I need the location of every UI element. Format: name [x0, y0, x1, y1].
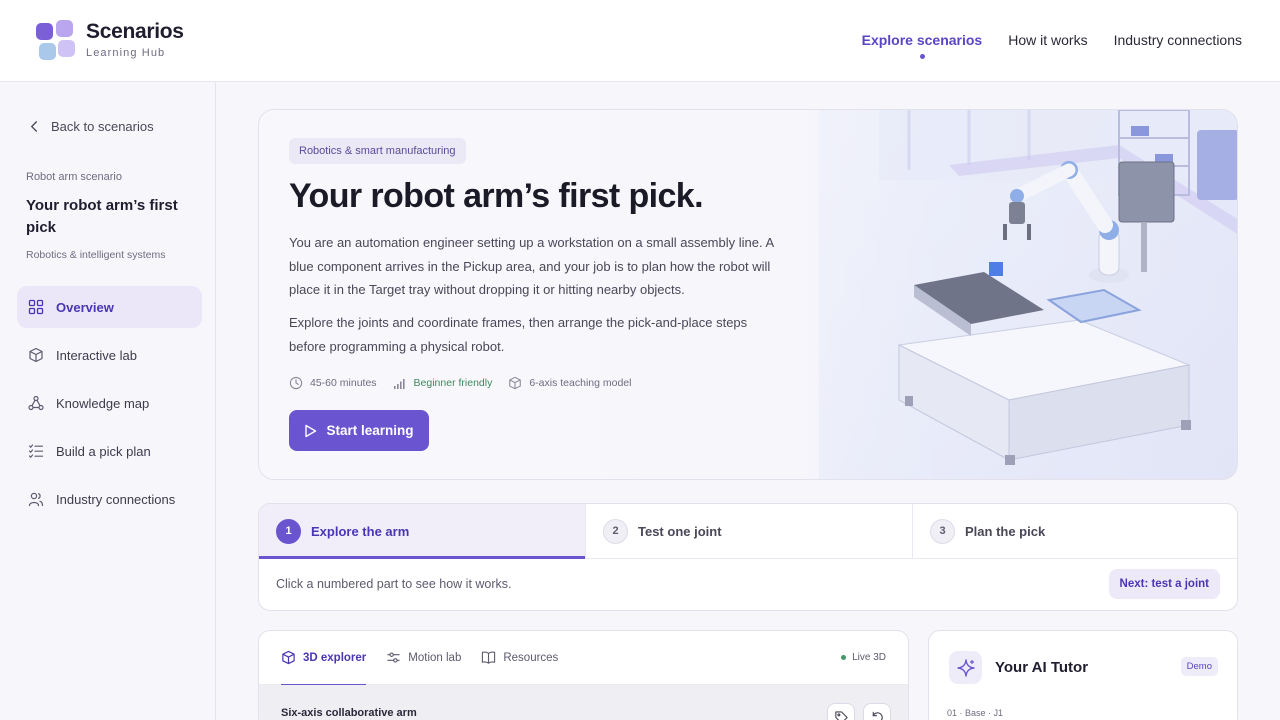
step-number: 3: [930, 518, 955, 544]
sidebar-item-build-pick-plan[interactable]: Build a pick plan: [17, 430, 202, 472]
sidebar: Back to scenarios Robot arm scenario You…: [0, 82, 216, 720]
signal-bars-icon: [393, 379, 405, 389]
step-test-joint[interactable]: 2 Test one joint: [586, 504, 913, 558]
undo-icon: [872, 711, 883, 720]
checklist-icon: [28, 444, 44, 459]
step-plan-pick[interactable]: 3 Plan the pick: [913, 504, 1237, 558]
brand-subtitle: Learning Hub: [86, 47, 166, 59]
people-icon: [28, 492, 44, 507]
tutor-title: Your AI Tutor: [995, 659, 1089, 676]
live-3d-status: Live 3D: [841, 652, 886, 663]
sparkle-icon: [949, 651, 982, 684]
sliders-icon: [387, 652, 400, 663]
sidebar-menu: Overview Interactive lab Knowledge map B…: [17, 286, 202, 526]
nav-how-it-works[interactable]: How it works: [1008, 32, 1087, 48]
scenario-eyebrow: Robot arm scenario: [26, 171, 122, 183]
nav-explore-scenarios[interactable]: Explore scenarios: [862, 32, 982, 59]
tab-resources[interactable]: Resources: [481, 631, 558, 685]
explorer-tabs: 3D explorer Motion lab Resources: [259, 631, 908, 686]
sidebar-item-label: Overview: [56, 299, 114, 315]
sidebar-item-knowledge-map[interactable]: Knowledge map: [17, 382, 202, 424]
sidebar-item-label: Build a pick plan: [56, 443, 151, 459]
scenario-meta: 45-60 minutes Beginner friendly 6-axis t…: [289, 376, 631, 390]
sidebar-item-interactive-lab[interactable]: Interactive lab: [17, 334, 202, 376]
hero-title: Your robot arm’s first pick.: [289, 177, 704, 215]
step-label: Plan the pick: [965, 523, 1046, 539]
back-label: Back to scenarios: [51, 119, 154, 134]
level-meta: Beginner friendly: [393, 376, 493, 390]
next-step-button[interactable]: Next: test a joint: [1108, 569, 1220, 599]
sidebar-item-overview[interactable]: Overview: [17, 286, 202, 328]
sidebar-item-label: Industry connections: [56, 491, 176, 507]
cube-icon: [509, 376, 522, 390]
back-to-scenarios-link[interactable]: Back to scenarios: [28, 119, 154, 134]
level-label: Beginner friendly: [413, 377, 493, 389]
model-meta: 6-axis teaching model: [508, 376, 631, 390]
step-number: 2: [603, 518, 628, 544]
step-number: 1: [276, 518, 301, 544]
cube-icon: [29, 347, 43, 363]
hero-description: You are an automation engineer setting u…: [289, 235, 774, 297]
tag-button[interactable]: [827, 703, 855, 720]
chevron-left-icon: [31, 121, 38, 132]
model-label: 6-axis teaching model: [529, 377, 632, 389]
start-learning-label: Start learning: [326, 423, 414, 438]
demo-badge: Demo: [1180, 657, 1218, 676]
network-icon: [28, 395, 44, 411]
book-icon: [482, 651, 496, 664]
tag-icon: [834, 710, 848, 720]
grid-icon: [28, 299, 44, 315]
start-learning-button[interactable]: Start learning: [289, 410, 429, 451]
tab-motion-lab[interactable]: Motion lab: [386, 631, 461, 685]
step-label: Test one joint: [638, 523, 722, 539]
clock-icon: [289, 376, 303, 390]
sidebar-item-label: Interactive lab: [56, 347, 137, 363]
tutor-context: 01 · Base · J1: [947, 708, 1004, 718]
tab-label: 3D explorer: [303, 651, 367, 664]
tab-label: Motion lab: [408, 651, 462, 664]
step-tabs: 1 Explore the arm 2 Test one joint 3 Pla…: [259, 504, 1237, 559]
step-label: Explore the arm: [311, 523, 410, 539]
sidebar-item-label: Knowledge map: [56, 395, 150, 411]
hero-instructions: Explore the joints and coordinate frames…: [289, 315, 748, 354]
scenario-subtitle: Robotics & intelligent systems: [26, 249, 166, 261]
step-hint: Click a numbered part to see how it work…: [276, 577, 512, 591]
category-chip: Robotics & smart manufacturing: [289, 138, 466, 164]
explorer-panel: 3D explorer Motion lab Resources Live 3D…: [258, 630, 909, 720]
brand-name[interactable]: Scenarios: [86, 20, 184, 44]
reset-view-button[interactable]: [863, 703, 891, 720]
duration-meta: 45-60 minutes: [289, 376, 377, 390]
play-icon: [305, 424, 317, 437]
main-nav: Explore scenarios How it works Industry …: [862, 32, 1242, 59]
top-bar: Scenarios Learning Hub Explore scenarios…: [0, 0, 1280, 82]
learning-steps: 1 Explore the arm 2 Test one joint 3 Pla…: [258, 503, 1238, 611]
status-dot: [841, 655, 847, 660]
scenario-hero-card: Robotics & smart manufacturing Your robo…: [258, 109, 1238, 480]
nav-industry-connections[interactable]: Industry connections: [1114, 32, 1242, 48]
scenario-title: Your robot arm’s first pick: [26, 197, 178, 236]
duration-label: 45-60 minutes: [310, 377, 377, 389]
brand-logo-icon[interactable]: [36, 20, 76, 62]
ai-tutor-panel: Your AI Tutor Demo 01 · Base · J1: [928, 630, 1238, 720]
step-explore-arm[interactable]: 1 Explore the arm: [259, 504, 586, 559]
explorer-viewport[interactable]: Six-axis collaborative arm: [259, 685, 908, 720]
cube-icon: [282, 650, 295, 665]
live-label: Live 3D: [852, 652, 886, 663]
robot-workstation-illustration: [819, 110, 1237, 479]
sidebar-item-industry-connections[interactable]: Industry connections: [17, 478, 202, 520]
explorer-title: Six-axis collaborative arm: [281, 707, 417, 719]
tab-label: Resources: [503, 651, 559, 664]
tab-3d-explorer[interactable]: 3D explorer: [281, 631, 367, 686]
